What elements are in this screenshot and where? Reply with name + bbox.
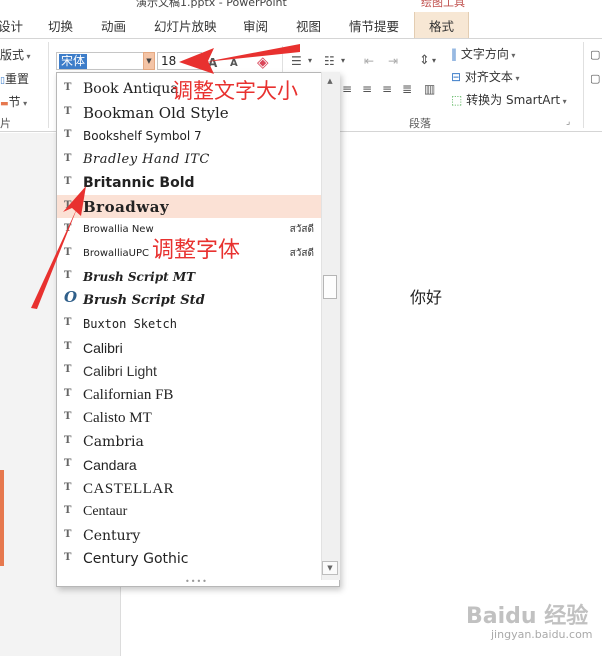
watermark-logo: Baidu 经验 xyxy=(466,604,589,629)
arrow-to-font-list xyxy=(31,206,78,309)
arrow-head-icon xyxy=(63,186,86,216)
annotation-arrows xyxy=(31,44,300,309)
arrow-head-icon xyxy=(179,48,214,74)
annotation-font-hint: 调整字体 xyxy=(152,238,241,263)
arrow-to-font-size xyxy=(205,44,300,62)
annotation-size-hint: 调整文字大小 xyxy=(172,79,298,103)
watermark-url: jingyan.baidu.com xyxy=(491,628,593,641)
